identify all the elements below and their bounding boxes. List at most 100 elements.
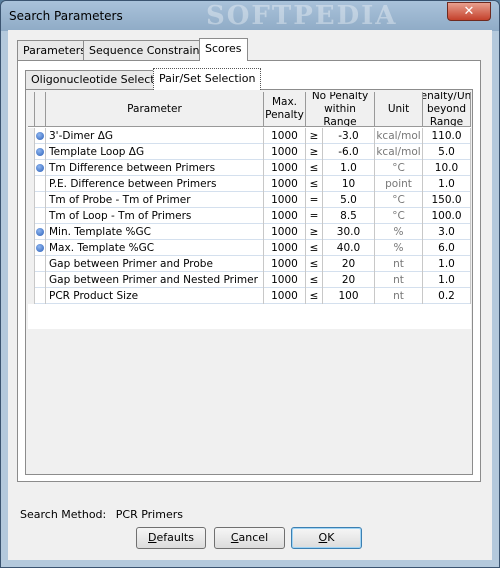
parameter-cell: Template Loop ΔG bbox=[46, 144, 264, 160]
defaults-button[interactable]: Defaults bbox=[136, 527, 206, 549]
penalty-unit-cell[interactable]: 6.0 bbox=[423, 240, 471, 256]
row-indicator bbox=[28, 192, 35, 208]
range-value-cell[interactable]: 40.0 bbox=[323, 240, 375, 256]
unit-cell[interactable]: nt bbox=[375, 256, 423, 272]
title-bar[interactable]: Search Parameters SOFTPEDIA ✕ bbox=[1, 1, 499, 31]
range-value-cell[interactable]: 5.0 bbox=[323, 192, 375, 208]
penalty-unit-cell[interactable]: 5.0 bbox=[423, 144, 471, 160]
table-row[interactable]: Tm Difference between Primers 1000 ≤1.0 °C 1… bbox=[28, 160, 471, 176]
max-penalty-cell[interactable]: 1000 bbox=[264, 288, 306, 304]
unit-cell[interactable]: kcal/mol bbox=[375, 144, 423, 160]
table-row[interactable]: 3'-Dimer ΔG 1000 ≥ -3.0 kcal/mol 110.0 bbox=[28, 128, 471, 144]
subtab-label: Pair/Set Selection bbox=[159, 72, 256, 85]
row-marker-cell bbox=[35, 176, 46, 192]
row-marker-cell bbox=[35, 272, 46, 288]
row-marker-cell bbox=[35, 192, 46, 208]
penalty-unit-cell[interactable]: 110.0 bbox=[423, 128, 471, 144]
header-unit[interactable]: Unit bbox=[375, 92, 423, 127]
tab-sequence-constraints[interactable]: Sequence Constraints bbox=[83, 40, 216, 61]
unit-cell[interactable]: kcal/mol bbox=[375, 128, 423, 144]
range-value-cell[interactable]: 1.0 bbox=[323, 160, 375, 176]
header-label: Penalty/Unit beyond Range bbox=[423, 92, 471, 127]
tab-scores[interactable]: Scores bbox=[199, 38, 248, 61]
penalty-unit-cell[interactable]: 10.0 bbox=[423, 160, 471, 176]
unit-cell[interactable]: °C bbox=[375, 160, 423, 176]
parameter-cell: Min. Template %GC bbox=[46, 224, 264, 240]
table-row[interactable]: Gap between Primer and Nested Primer 1000… bbox=[28, 272, 471, 288]
unit-cell[interactable]: % bbox=[375, 240, 423, 256]
max-penalty-cell[interactable]: 1000 bbox=[264, 128, 306, 144]
operator-cell: = bbox=[306, 192, 323, 208]
info-bullet-icon bbox=[36, 148, 44, 156]
parameter-cell: Tm of Loop - Tm of Primers bbox=[46, 208, 264, 224]
penalty-unit-cell[interactable]: 0.2 bbox=[423, 288, 471, 304]
close-button[interactable]: ✕ bbox=[447, 2, 491, 21]
max-penalty-cell[interactable]: 1000 bbox=[264, 256, 306, 272]
unit-cell[interactable]: % bbox=[375, 224, 423, 240]
row-marker-cell bbox=[35, 208, 46, 224]
table-row[interactable]: Max. Template %GC 1000 ≤40.0% 6.0 bbox=[28, 240, 471, 256]
header-max-penalty[interactable]: Max. Penalty bbox=[264, 92, 306, 127]
subtab-pair-set-selection[interactable]: Pair/Set Selection bbox=[153, 68, 262, 90]
operator-cell: = bbox=[306, 208, 323, 224]
max-penalty-cell[interactable]: 1000 bbox=[264, 240, 306, 256]
range-value-cell[interactable]: -6.0 bbox=[323, 144, 375, 160]
range-value-cell[interactable]: 10 bbox=[323, 176, 375, 192]
table-row[interactable]: PCR Product Size 1000 ≤100 nt 0.2 bbox=[28, 288, 471, 304]
table-row[interactable]: Min. Template %GC 1000 ≥30.0% 3.0 bbox=[28, 224, 471, 240]
table-row[interactable]: Template Loop ΔG 1000 ≥ -6.0 kcal/mol 5.0 bbox=[28, 144, 471, 160]
penalty-unit-cell[interactable]: 1.0 bbox=[423, 256, 471, 272]
max-penalty-cell[interactable]: 1000 bbox=[264, 272, 306, 288]
row-indicator bbox=[28, 272, 35, 288]
table-row[interactable]: Tm of Loop - Tm of Primers 1000 = 8.5 °C 100.… bbox=[28, 208, 471, 224]
ok-button[interactable]: OK bbox=[291, 527, 362, 549]
unit-cell[interactable]: nt bbox=[375, 288, 423, 304]
table-row[interactable]: P.E. Difference between Primers 1000 ≤10 po… bbox=[28, 176, 471, 192]
row-marker-cell bbox=[35, 144, 46, 160]
penalty-unit-cell[interactable]: 3.0 bbox=[423, 224, 471, 240]
max-penalty-cell[interactable]: 1000 bbox=[264, 160, 306, 176]
header-indicator bbox=[28, 92, 35, 127]
dialog-client-area: Parameters Sequence Constraints Scores O… bbox=[8, 30, 492, 560]
parameter-cell: Tm Difference between Primers bbox=[46, 160, 264, 176]
row-marker-cell bbox=[35, 240, 46, 256]
penalty-unit-cell[interactable]: 1.0 bbox=[423, 176, 471, 192]
range-value-cell[interactable]: 30.0 bbox=[323, 224, 375, 240]
parameter-cell: Tm of Probe - Tm of Primer bbox=[46, 192, 264, 208]
header-parameter[interactable]: Parameter bbox=[46, 92, 264, 127]
header-penalty-unit[interactable]: Penalty/Unit beyond Range bbox=[423, 92, 471, 127]
range-value-cell[interactable]: 20 bbox=[323, 272, 375, 288]
range-value-cell[interactable]: 20 bbox=[323, 256, 375, 272]
max-penalty-cell[interactable]: 1000 bbox=[264, 176, 306, 192]
penalty-unit-cell[interactable]: 150.0 bbox=[423, 192, 471, 208]
search-method-value: PCR Primers bbox=[115, 508, 183, 521]
range-value-cell[interactable]: 100 bbox=[323, 288, 375, 304]
max-penalty-cell[interactable]: 1000 bbox=[264, 144, 306, 160]
table-row[interactable]: Tm of Probe - Tm of Primer 1000 = 5.0 °C 150.… bbox=[28, 192, 471, 208]
header-label: No Penalty within Range bbox=[311, 92, 369, 127]
unit-cell[interactable]: nt bbox=[375, 272, 423, 288]
header-no-penalty-range[interactable]: No Penalty within Range bbox=[306, 92, 375, 127]
operator-cell: ≤ bbox=[306, 160, 323, 176]
tab-parameters[interactable]: Parameters bbox=[17, 40, 92, 61]
penalty-unit-cell[interactable]: 1.0 bbox=[423, 272, 471, 288]
unit-cell[interactable]: °C bbox=[375, 208, 423, 224]
max-penalty-cell[interactable]: 1000 bbox=[264, 208, 306, 224]
parameter-cell: Gap between Primer and Probe bbox=[46, 256, 264, 272]
range-value-cell[interactable]: 8.5 bbox=[323, 208, 375, 224]
operator-cell: ≤ bbox=[306, 176, 323, 192]
range-value-cell[interactable]: -3.0 bbox=[323, 128, 375, 144]
operator-cell: ≥ bbox=[306, 224, 323, 240]
header-label: Max. Penalty bbox=[265, 96, 304, 121]
unit-cell[interactable]: point bbox=[375, 176, 423, 192]
cancel-button[interactable]: Cancel bbox=[214, 527, 285, 549]
max-penalty-cell[interactable]: 1000 bbox=[264, 192, 306, 208]
table-row[interactable]: Gap between Primer and Probe 1000 ≤20 nt 1.0 bbox=[28, 256, 471, 272]
row-marker-cell bbox=[35, 128, 46, 144]
penalty-unit-cell[interactable]: 100.0 bbox=[423, 208, 471, 224]
info-bullet-icon bbox=[36, 244, 44, 252]
search-method-label: Search Method: bbox=[20, 508, 107, 521]
unit-cell[interactable]: °C bbox=[375, 192, 423, 208]
max-penalty-cell[interactable]: 1000 bbox=[264, 224, 306, 240]
close-icon: ✕ bbox=[463, 4, 475, 19]
